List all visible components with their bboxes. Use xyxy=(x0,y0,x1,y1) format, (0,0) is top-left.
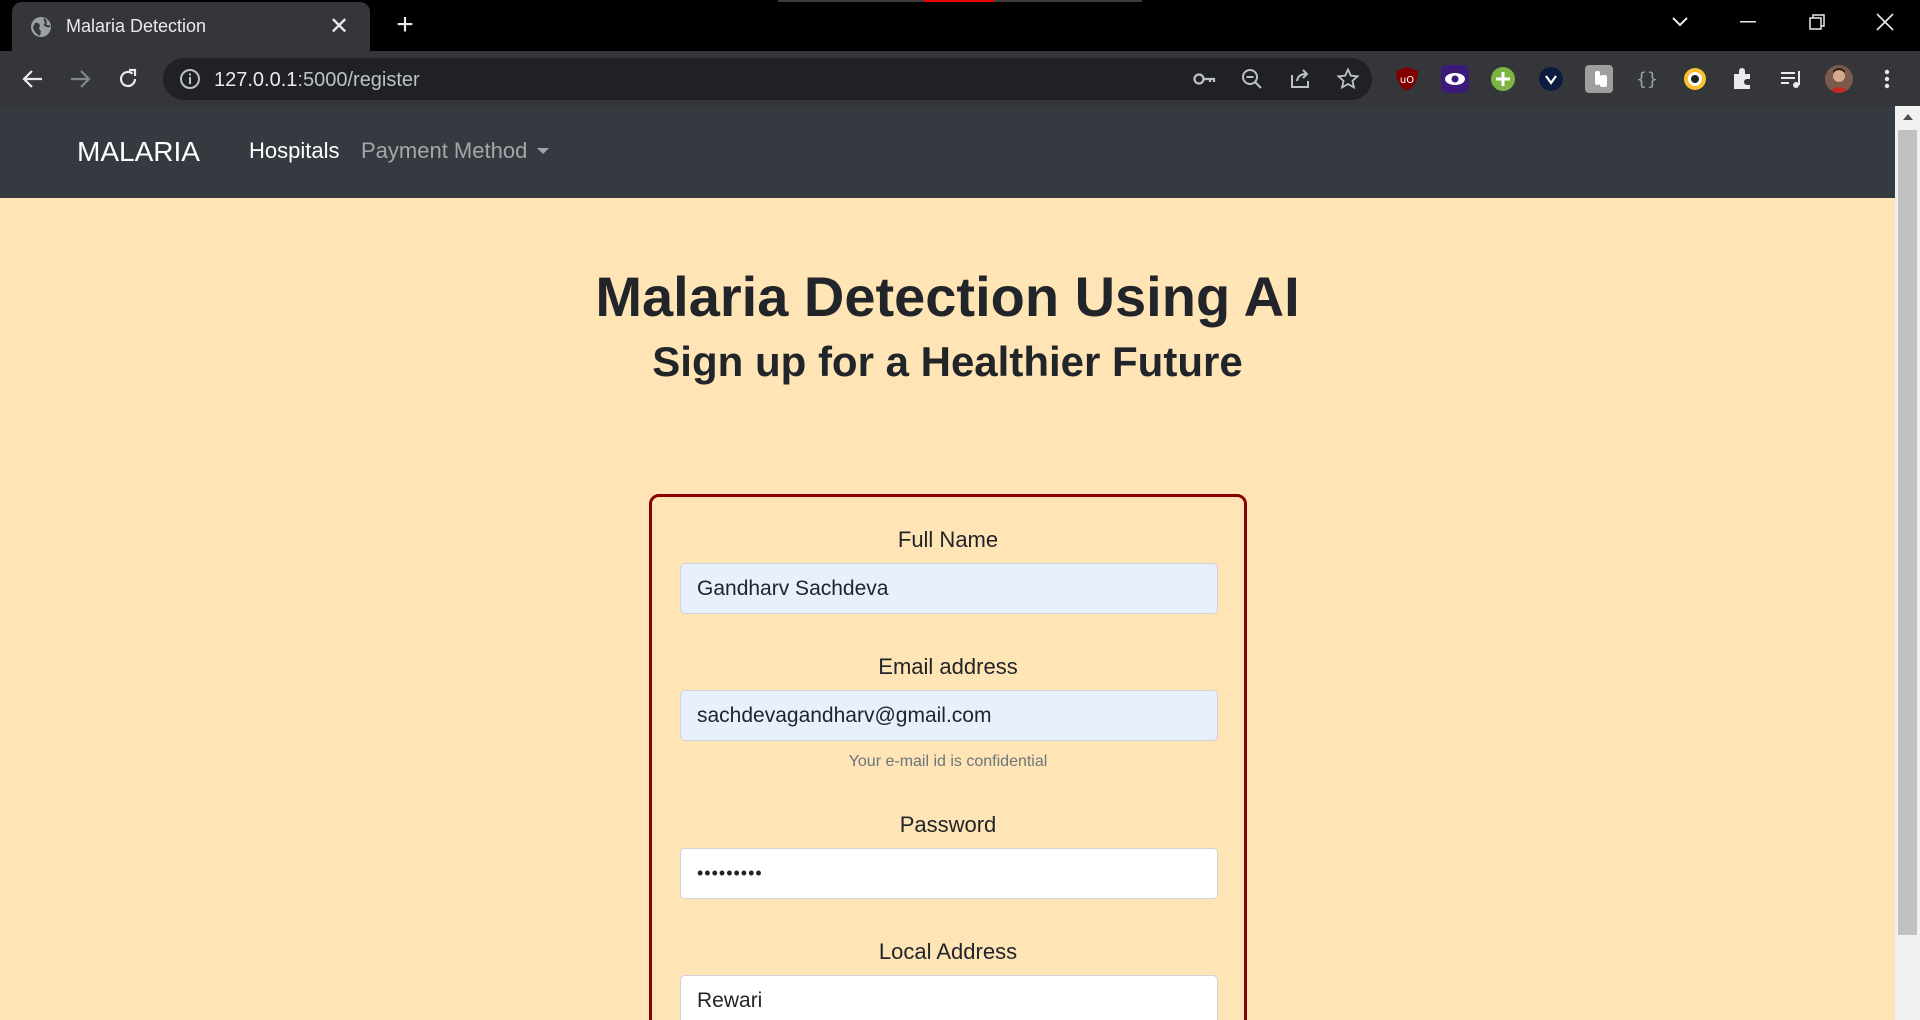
full-name-label: Full Name xyxy=(897,527,999,552)
emoji-extension-icon[interactable] xyxy=(1681,65,1709,93)
password-label: Password xyxy=(899,812,997,837)
tab-close-icon[interactable]: ✕ xyxy=(326,13,352,40)
browser-toolbar: 127.0.0.1:5000/register uO {} xyxy=(0,51,1920,106)
caret-down-icon xyxy=(537,148,550,154)
vpn-extension-icon[interactable] xyxy=(1537,65,1565,93)
back-icon[interactable] xyxy=(16,62,50,96)
minimize-icon[interactable] xyxy=(1713,0,1783,44)
page-title: Malaria Detection Using AI xyxy=(595,265,1300,328)
hand-extension-icon[interactable] xyxy=(1585,65,1613,93)
key-icon[interactable] xyxy=(1192,67,1216,91)
globe-icon xyxy=(31,16,51,37)
url-text: 127.0.0.1:5000/register xyxy=(214,69,420,92)
add-extension-icon[interactable] xyxy=(1489,65,1517,93)
register-form: Full Name Gandharv Sachdeva Email addres… xyxy=(649,494,1247,1020)
svg-text:uO: uO xyxy=(1400,75,1414,86)
media-indicator xyxy=(778,0,1142,2)
more-menu-icon[interactable] xyxy=(1873,65,1901,93)
restore-icon[interactable] xyxy=(1782,0,1852,44)
email-label: Email address xyxy=(878,654,1018,679)
new-tab-icon[interactable]: + xyxy=(390,10,420,41)
share-icon[interactable] xyxy=(1288,67,1312,91)
address-bar[interactable]: 127.0.0.1:5000/register xyxy=(163,58,1372,100)
profile-avatar[interactable] xyxy=(1825,65,1853,93)
full-name-input[interactable]: Gandharv Sachdeva xyxy=(680,563,1218,614)
email-help-text: Your e-mail id is confidential xyxy=(848,753,1048,770)
info-icon[interactable] xyxy=(179,68,201,90)
forward-icon[interactable] xyxy=(63,62,97,96)
url-path: :5000/register xyxy=(297,69,420,91)
tab-search-icon[interactable] xyxy=(1645,0,1715,44)
extensions-puzzle-icon[interactable] xyxy=(1729,65,1757,93)
zoom-out-icon[interactable] xyxy=(1240,67,1264,91)
bookmark-star-icon[interactable] xyxy=(1336,67,1360,91)
reload-icon[interactable] xyxy=(111,62,145,96)
browser-tab[interactable]: Malaria Detection ✕ xyxy=(12,2,370,51)
scrollbar-thumb[interactable] xyxy=(1898,130,1917,935)
nav-dropdown-label: Payment Method xyxy=(361,138,528,163)
nav-dropdown-payment-method[interactable]: Payment Method xyxy=(361,138,550,164)
browser-tabstrip: Malaria Detection ✕ + xyxy=(0,0,1920,51)
braces-extension-icon[interactable]: {} xyxy=(1633,65,1661,93)
url-host: 127.0.0.1 xyxy=(214,69,298,91)
local-address-input[interactable]: Rewari xyxy=(680,975,1218,1020)
page-scrollbar[interactable] xyxy=(1895,106,1920,1020)
brand-logo-link[interactable]: MALARIA xyxy=(77,136,200,168)
nav-link-hospitals[interactable]: Hospitals xyxy=(249,138,339,164)
tab-title: Malaria Detection xyxy=(66,16,207,36)
page-viewport: MALARIA Hospitals Payment Method Malaria… xyxy=(0,106,1895,1020)
eye-extension-icon[interactable] xyxy=(1441,65,1469,93)
svg-text:{}: {} xyxy=(1636,69,1658,90)
password-input[interactable]: ••••••••• xyxy=(680,848,1218,899)
media-queue-icon[interactable] xyxy=(1777,65,1805,93)
site-navbar: MALARIA Hospitals Payment Method xyxy=(0,106,1895,198)
ublock-icon[interactable]: uO xyxy=(1393,65,1421,93)
page-subtitle: Sign up for a Healthier Future xyxy=(652,338,1243,385)
email-input[interactable]: sachdevagandharv@gmail.com xyxy=(680,690,1218,741)
local-address-label: Local Address xyxy=(878,939,1018,964)
scroll-up-arrow-icon[interactable] xyxy=(1903,114,1913,120)
close-window-icon[interactable] xyxy=(1850,0,1920,44)
